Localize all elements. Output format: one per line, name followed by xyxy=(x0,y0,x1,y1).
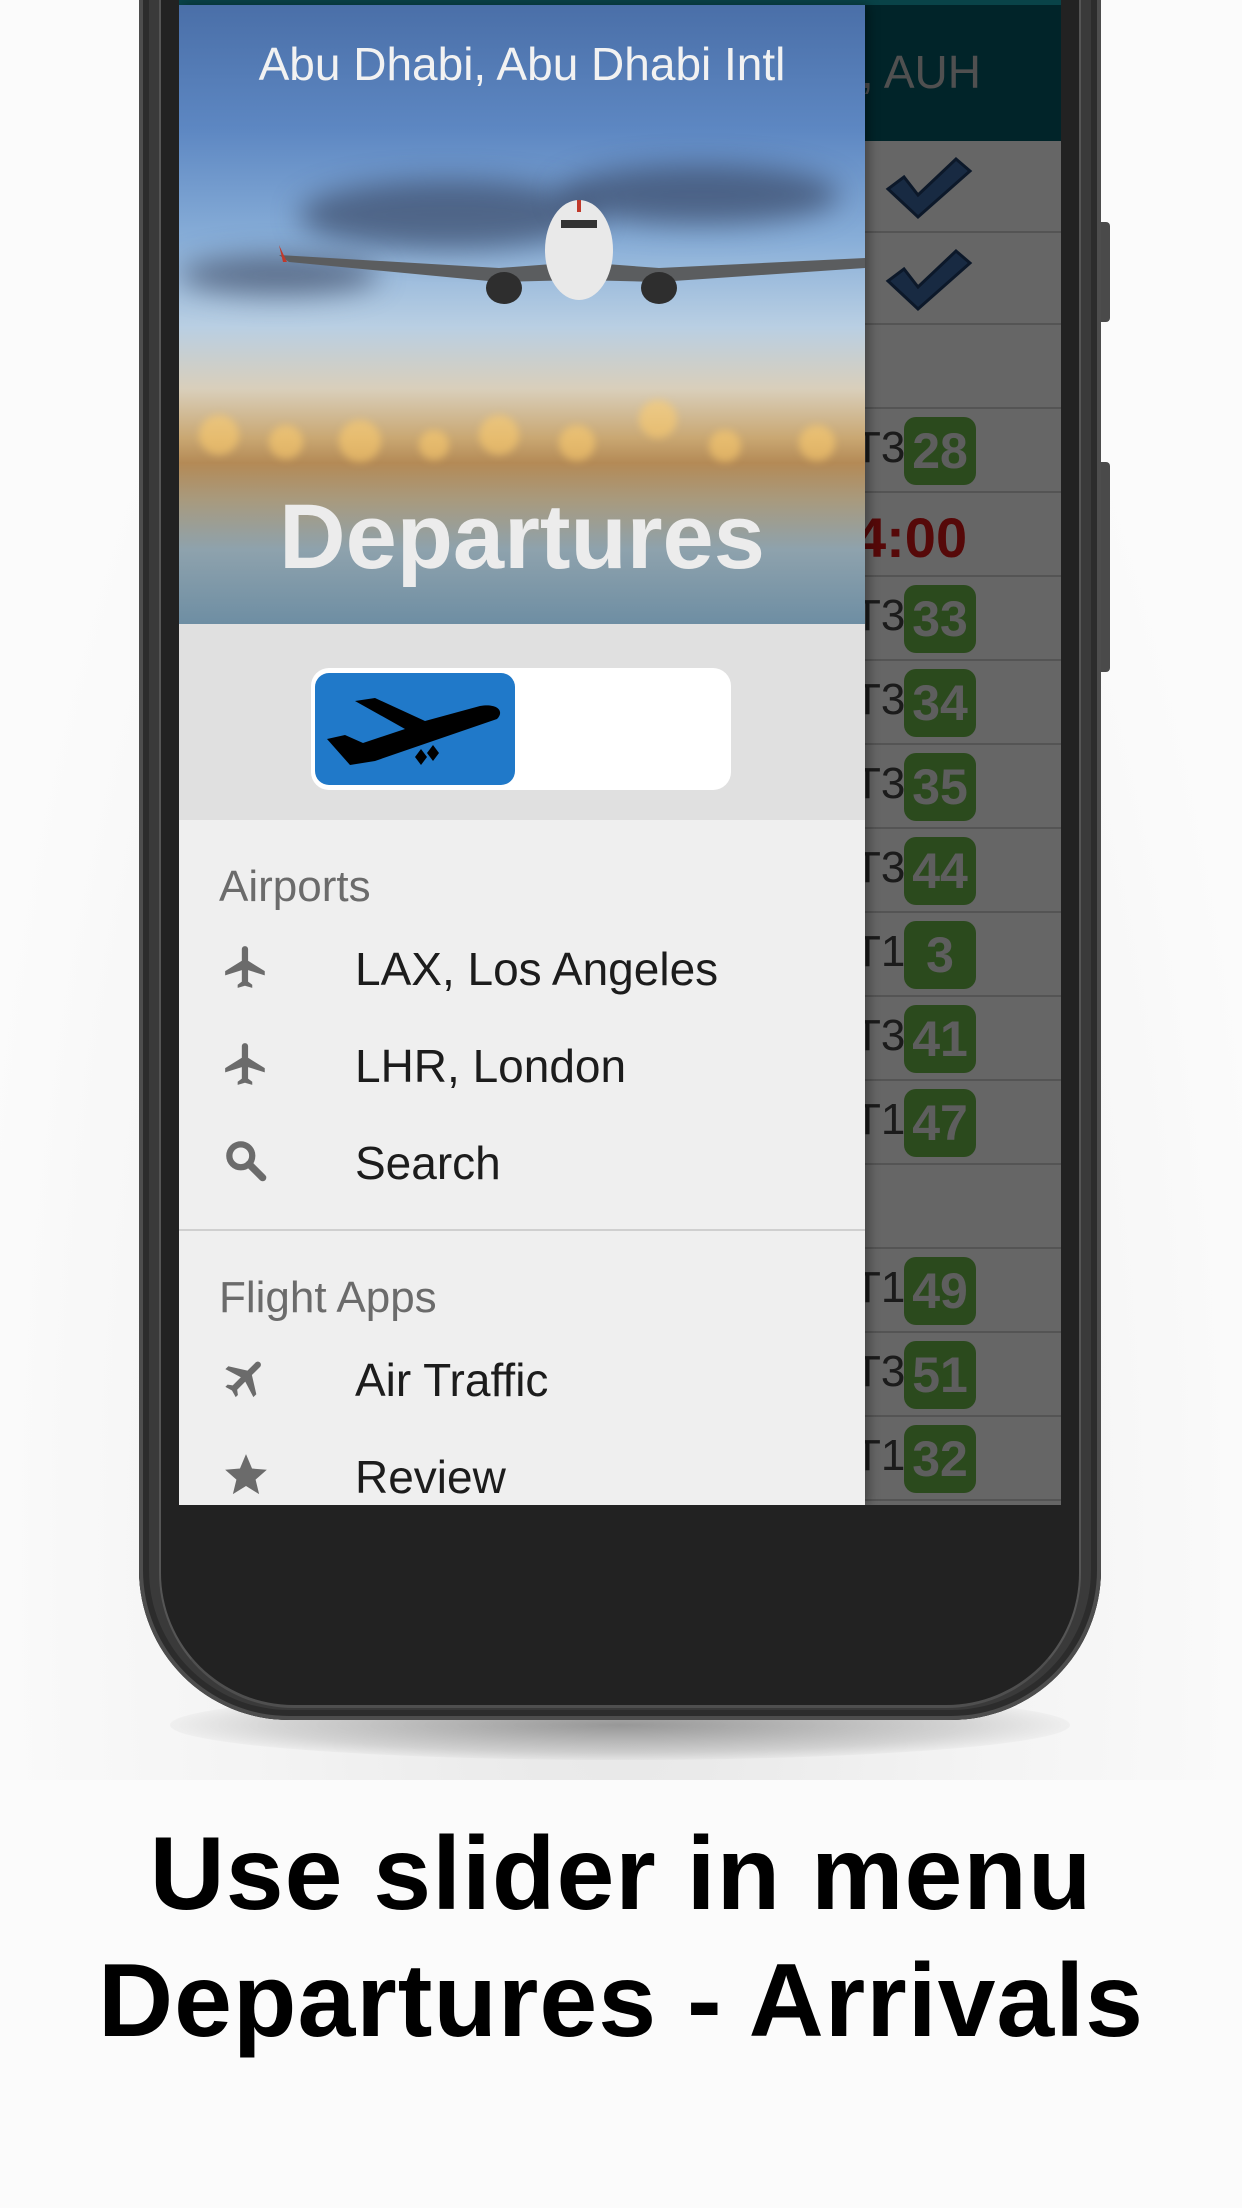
drawer-header-image: Abu Dhabi, Abu Dhabi Intl Departures xyxy=(179,5,865,624)
slider-knob[interactable] xyxy=(315,673,515,785)
menu-item-lax-los-angeles[interactable]: LAX, Los Angeles xyxy=(179,920,865,1017)
caption-line-2: Departures - Arrivals xyxy=(97,1943,1145,2059)
caption-line-1: Use slider in menu xyxy=(149,1816,1093,1932)
flight-icon xyxy=(221,1353,271,1403)
star-icon xyxy=(221,1450,271,1500)
airplane-photo-icon xyxy=(279,200,865,304)
drawer-mode-title: Departures xyxy=(279,486,765,588)
plane-takeoff-icon xyxy=(327,698,501,765)
search-icon xyxy=(221,1136,271,1186)
drawer-menu: Airports LAX, Los Angeles LHR, London Searc… xyxy=(179,820,865,1505)
menu-item-label: LHR, London xyxy=(355,1040,627,1092)
menu-item-search[interactable]: Search xyxy=(179,1114,865,1211)
menu-item-label: LAX, Los Angeles xyxy=(355,943,719,995)
menu-item-review[interactable]: Review xyxy=(179,1428,865,1505)
menu-item-label: Review xyxy=(355,1451,506,1503)
menu-item-label: Search xyxy=(355,1137,501,1189)
toggle-area xyxy=(179,624,865,820)
drawer-airport-name: Abu Dhabi, Abu Dhabi Intl xyxy=(258,38,786,90)
menu-item-label: Air Traffic xyxy=(355,1354,549,1406)
departures-arrivals-slider[interactable] xyxy=(311,668,731,790)
navigation-drawer: Abu Dhabi, Abu Dhabi Intl Departures Air… xyxy=(179,5,865,1505)
section-title-flight-apps: Flight Apps xyxy=(219,1273,437,1322)
phone-volume-button xyxy=(1101,222,1110,322)
section-title-airports: Airports xyxy=(219,862,371,911)
phone-power-button xyxy=(1101,462,1110,672)
airplane-icon xyxy=(221,1039,271,1089)
airplane-icon xyxy=(221,942,271,992)
phone-screen: , AUH T3284:00T333T334T335T344T13T341T14… xyxy=(179,0,1061,1505)
menu-item-lhr-london[interactable]: LHR, London xyxy=(179,1017,865,1114)
menu-item-air-traffic[interactable]: Air Traffic xyxy=(179,1331,865,1428)
